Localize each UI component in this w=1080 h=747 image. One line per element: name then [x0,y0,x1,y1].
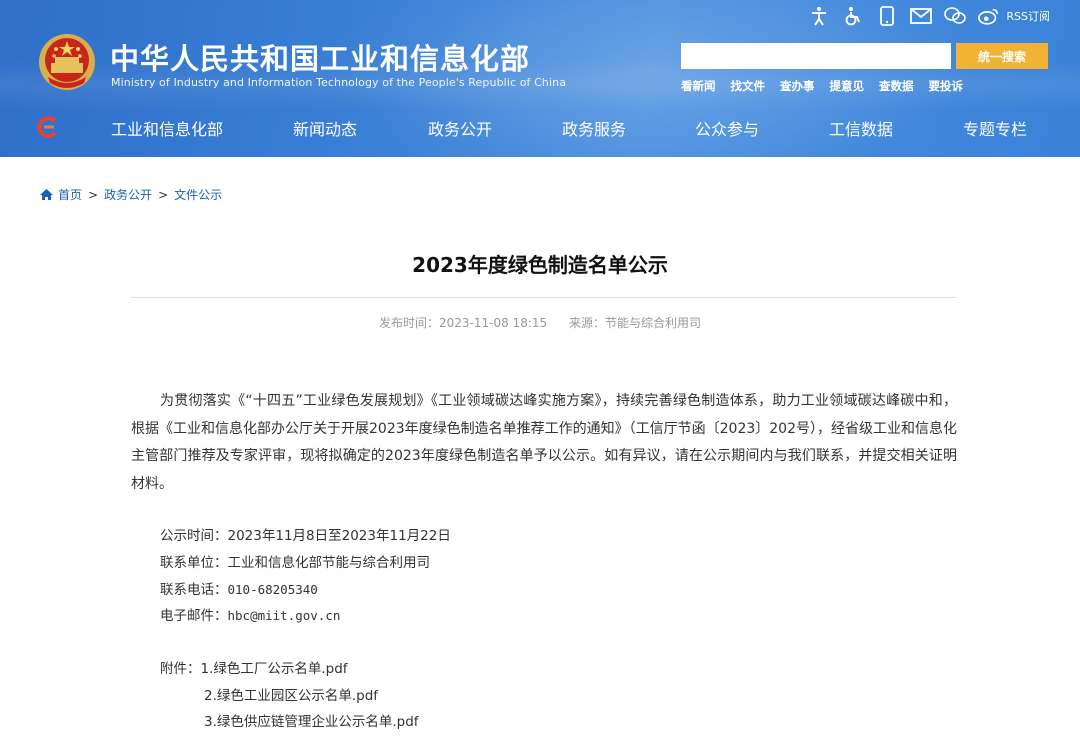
wheelchair-icon[interactable] [842,5,864,27]
attachments-label: 附件： [160,661,201,677]
quick-link-documents[interactable]: 找文件 [731,78,766,94]
site-header: 中华人民共和国工业和信息化部 Ministry of Industry and … [0,0,1080,157]
nav-item-news[interactable]: 新闻动态 [293,116,357,140]
nav-item-government-affairs[interactable]: 政务公开 [428,116,492,140]
rss-link[interactable]: RSS订阅 [1006,8,1050,24]
attachments-line: 附件：1.绿色工厂公示名单.pdf [160,657,348,677]
contact-unit-line: 联系单位：工业和信息化部节能与综合利用司 [160,551,430,571]
weibo-icon[interactable] [978,5,1000,27]
main-nav: 工业和信息化部 新闻动态 政务公开 政务服务 公众参与 工信数据 专题专栏 [0,107,1080,147]
breadcrumb-government-affairs[interactable]: 政务公开 [104,186,152,203]
notice-period-label: 公示时间： [160,528,228,544]
home-icon[interactable] [39,188,54,201]
nav-item-services[interactable]: 政务服务 [562,116,626,140]
attachment-link-green-supply-chain[interactable]: 3.绿色供应链管理企业公示名单.pdf [204,714,419,730]
email-label: 电子邮件： [160,608,228,624]
title-divider [131,297,956,298]
article-source: 来源：节能与综合利用司 [568,316,701,330]
phone-line: 联系电话：010-68205340 [160,578,318,598]
email-value: hbc@miit.gov.cn [227,608,341,623]
quick-link-news[interactable]: 看新闻 [681,78,716,94]
notice-period-value: 2023年11月8日至2023年11月22日 [227,528,451,544]
top-icon-bar: RSS订阅 [808,4,1050,28]
search-input[interactable] [681,43,951,69]
nav-item-ministry[interactable]: 工业和信息化部 [111,116,223,140]
article-paragraph: 为贯彻落实《“十四五”工业绿色发展规划》《工业领域碳达峰实施方案》，持续完善绿色… [131,393,957,492]
breadcrumb: 首页 > 政务公开 > 文件公示 [39,186,222,203]
email-line: 电子邮件：hbc@miit.gov.cn [160,604,340,624]
publish-time: 发布时间：2023-11-08 18:15 [379,316,548,330]
phone-label: 联系电话： [160,582,228,598]
national-emblem-icon[interactable] [38,33,96,91]
attachment-link-green-industrial-park[interactable]: 2.绿色工业园区公示名单.pdf [204,688,378,704]
quick-link-services[interactable]: 查办事 [780,78,815,94]
breadcrumb-separator: > [158,187,169,202]
contact-unit-value: 工业和信息化部节能与综合利用司 [227,555,431,571]
mail-icon[interactable] [910,5,933,27]
phone-value: 010-68205340 [227,582,318,597]
attachment-item: 3.绿色供应链管理企业公示名单.pdf [204,710,419,730]
site-title: 中华人民共和国工业和信息化部 [110,42,531,76]
attachment-link-green-factory[interactable]: 1.绿色工厂公示名单.pdf [201,661,348,677]
quick-links: 看新闻 找文件 查办事 提意见 查数据 要投诉 [681,78,963,94]
attachment-item: 2.绿色工业园区公示名单.pdf [204,684,378,704]
breadcrumb-home[interactable]: 首页 [58,186,82,203]
nav-item-public-participation[interactable]: 公众参与 [695,116,759,140]
article-title: 2023年度绿色制造名单公示 [412,253,668,277]
wechat-icon[interactable] [944,5,967,27]
accessibility-icon[interactable] [808,5,830,27]
quick-link-complaints[interactable]: 要投诉 [929,78,964,94]
site-subtitle: Ministry of Industry and Information Tec… [111,76,567,89]
breadcrumb-document-notice[interactable]: 文件公示 [174,186,222,203]
nav-item-topics[interactable]: 专题专栏 [963,116,1027,140]
quick-link-data[interactable]: 查数据 [879,78,914,94]
home-logo-icon[interactable] [36,115,60,139]
mobile-icon[interactable] [876,5,898,27]
nav-item-data[interactable]: 工信数据 [829,116,893,140]
notice-period-line: 公示时间：2023年11月8日至2023年11月22日 [160,524,451,544]
article-meta: 发布时间：2023-11-08 18:15 来源：节能与综合利用司 [0,314,1080,331]
quick-link-suggestions[interactable]: 提意见 [830,78,865,94]
search-button[interactable]: 统一搜索 [956,43,1048,69]
contact-unit-label: 联系单位： [160,555,228,571]
breadcrumb-separator: > [88,187,99,202]
